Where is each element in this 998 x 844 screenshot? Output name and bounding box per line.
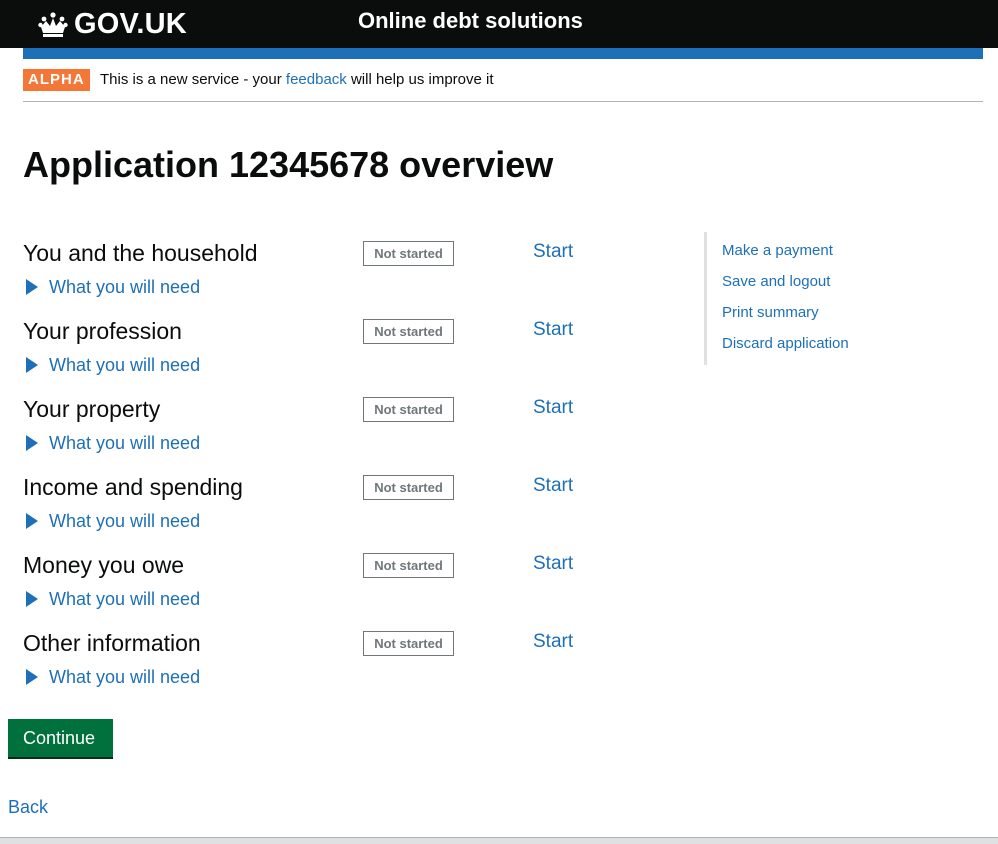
feedback-link[interactable]: feedback [286,71,347,88]
task-title: Your profession [23,318,182,344]
what-you-will-need-toggle[interactable]: What you will need [23,588,200,610]
status-badge: Not started [363,553,454,578]
save-and-logout-link[interactable]: Save and logout [722,273,830,290]
start-link[interactable]: Start [533,552,573,576]
task-row: Your property Not started Start What you… [23,396,663,474]
logo-text: GOV.UK [74,7,187,40]
start-link[interactable]: Start [533,318,573,342]
service-name-link[interactable]: Online debt solutions [358,8,583,34]
start-link[interactable]: Start [533,474,573,498]
page-title: Application 12345678 overview [23,144,554,185]
triangle-right-icon [26,279,38,295]
print-summary-link[interactable]: Print summary [722,304,819,321]
task-row: Other information Not started Start What… [23,630,663,708]
what-you-will-need-toggle[interactable]: What you will need [23,432,200,454]
discard-application-link[interactable]: Discard application [722,335,849,352]
status-badge: Not started [363,475,454,500]
details-summary: What you will need [49,433,201,453]
start-link[interactable]: Start [533,630,573,654]
task-row: Your profession Not started Start What y… [23,318,663,396]
what-you-will-need-toggle[interactable]: What you will need [23,276,200,298]
govuk-logo-link[interactable]: GOV.UK [38,6,187,42]
task-title: You and the household [23,240,258,266]
details-summary: What you will need [49,277,201,297]
make-payment-link[interactable]: Make a payment [722,242,833,259]
task-title: Other information [23,630,201,656]
phase-text-before: This is a new service - your [100,71,282,88]
status-badge: Not started [363,319,454,344]
related-actions: Make a payment Save and logout Print sum… [704,232,967,365]
details-summary: What you will need [49,667,201,687]
triangle-right-icon [26,357,38,373]
what-you-will-need-toggle[interactable]: What you will need [23,354,200,376]
continue-button[interactable]: Continue [8,719,113,757]
back-link[interactable]: Back [8,797,48,818]
task-title: Income and spending [23,474,243,500]
triangle-right-icon [26,513,38,529]
details-summary: What you will need [49,511,201,531]
task-row: Income and spending Not started Start Wh… [23,474,663,552]
phase-text: This is a new service - your feedback wi… [100,71,494,89]
status-badge: Not started [363,631,454,656]
details-summary: What you will need [49,589,201,609]
details-summary: What you will need [49,355,201,375]
task-row: Money you owe Not started Start What you… [23,552,663,630]
phase-banner: ALPHA This is a new service - your feedb… [23,69,983,102]
status-badge: Not started [363,397,454,422]
triangle-right-icon [26,591,38,607]
site-header: GOV.UK Online debt solutions [0,0,998,48]
status-badge: Not started [363,241,454,266]
header-blue-bar [23,48,983,59]
start-link[interactable]: Start [533,240,573,264]
phase-tag: ALPHA [23,69,90,91]
phase-text-after: will help us improve it [350,71,494,88]
task-title: Your property [23,396,161,422]
triangle-right-icon [26,435,38,451]
triangle-right-icon [26,669,38,685]
task-title: Money you owe [23,552,185,578]
task-row: You and the household Not started Start … [23,240,663,318]
what-you-will-need-toggle[interactable]: What you will need [23,666,200,688]
what-you-will-need-toggle[interactable]: What you will need [23,510,200,532]
start-link[interactable]: Start [533,396,573,420]
crown-icon [38,12,68,37]
